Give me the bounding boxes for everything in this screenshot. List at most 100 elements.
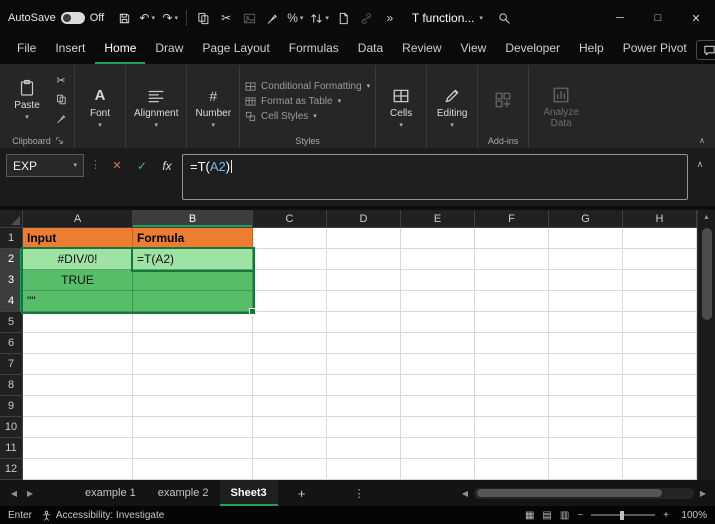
cell-E7[interactable]: [401, 354, 475, 375]
cell-G1[interactable]: [549, 228, 623, 249]
cell-D11[interactable]: [327, 438, 401, 459]
cell-styles-button[interactable]: Cell Styles ▾: [245, 111, 317, 122]
minimize-button[interactable]: ─: [601, 0, 639, 36]
cell-F3[interactable]: [475, 270, 549, 291]
format-painter-button[interactable]: [261, 5, 283, 31]
document-button[interactable]: [333, 5, 355, 31]
cell-G10[interactable]: [549, 417, 623, 438]
column-header-D[interactable]: D: [327, 210, 401, 228]
cell-F6[interactable]: [475, 333, 549, 354]
enter-button[interactable]: ✓: [132, 154, 152, 177]
column-header-E[interactable]: E: [401, 210, 475, 228]
tab-help[interactable]: Help: [570, 35, 613, 64]
number-format-button[interactable]: %▾: [284, 5, 306, 31]
cell-D6[interactable]: [327, 333, 401, 354]
cell-F12[interactable]: [475, 459, 549, 480]
hscroll-right-icon[interactable]: ▶: [697, 489, 709, 498]
autosave-toggle[interactable]: AutoSave Off: [8, 12, 104, 24]
cell-C4[interactable]: [253, 291, 327, 312]
tab-developer[interactable]: Developer: [496, 35, 569, 64]
cell-H9[interactable]: [623, 396, 697, 417]
cell-H4[interactable]: [623, 291, 697, 312]
insert-function-button[interactable]: fx: [157, 154, 177, 177]
clipboard-dialog-launcher-icon[interactable]: [55, 136, 64, 145]
vertical-scrollbar[interactable]: ▲: [697, 210, 715, 480]
redo-button[interactable]: ↷▾: [159, 5, 181, 31]
cell-G5[interactable]: [549, 312, 623, 333]
cell-H1[interactable]: [623, 228, 697, 249]
cell-B4[interactable]: [133, 291, 253, 312]
number-menu-button[interactable]: # Number ▾: [190, 84, 236, 132]
row-header-3[interactable]: 3: [0, 270, 23, 291]
cell-A7[interactable]: [23, 354, 133, 375]
cell-E9[interactable]: [401, 396, 475, 417]
name-box[interactable]: EXP ▾: [6, 154, 84, 177]
cell-D10[interactable]: [327, 417, 401, 438]
copy-ribbon-button[interactable]: [51, 91, 71, 108]
search-button[interactable]: [494, 5, 516, 31]
cell-G9[interactable]: [549, 396, 623, 417]
cell-B2[interactable]: =T(A2): [133, 249, 253, 270]
zoom-out-button[interactable]: −: [577, 510, 583, 521]
cell-F2[interactable]: [475, 249, 549, 270]
column-header-A[interactable]: A: [23, 210, 133, 228]
row-header-6[interactable]: 6: [0, 333, 23, 354]
cell-A6[interactable]: [23, 333, 133, 354]
picture-button[interactable]: [238, 5, 260, 31]
cell-F11[interactable]: [475, 438, 549, 459]
cell-D7[interactable]: [327, 354, 401, 375]
cell-F9[interactable]: [475, 396, 549, 417]
cell-E10[interactable]: [401, 417, 475, 438]
cell-A11[interactable]: [23, 438, 133, 459]
cell-D2[interactable]: [327, 249, 401, 270]
cell-F7[interactable]: [475, 354, 549, 375]
cell-H10[interactable]: [623, 417, 697, 438]
cell-C12[interactable]: [253, 459, 327, 480]
cell-G4[interactable]: [549, 291, 623, 312]
row-header-2[interactable]: 2: [0, 249, 23, 270]
sheet-nav-right-button[interactable]: ▶: [22, 489, 38, 498]
cell-B11[interactable]: [133, 438, 253, 459]
cell-H3[interactable]: [623, 270, 697, 291]
column-header-F[interactable]: F: [475, 210, 549, 228]
select-all-corner[interactable]: [0, 210, 23, 228]
hscroll-track[interactable]: [474, 488, 694, 499]
fill-handle[interactable]: [249, 308, 256, 315]
comments-button[interactable]: [696, 40, 715, 60]
cell-E2[interactable]: [401, 249, 475, 270]
format-as-table-button[interactable]: Format as Table ▾: [245, 96, 341, 107]
zoom-in-button[interactable]: +: [663, 510, 669, 521]
view-page-break-button[interactable]: ▥: [560, 510, 569, 521]
row-header-7[interactable]: 7: [0, 354, 23, 375]
cell-B9[interactable]: [133, 396, 253, 417]
cell-G3[interactable]: [549, 270, 623, 291]
cell-C11[interactable]: [253, 438, 327, 459]
cell-F8[interactable]: [475, 375, 549, 396]
cell-A12[interactable]: [23, 459, 133, 480]
tab-data[interactable]: Data: [349, 35, 392, 64]
ribbon-collapse-icon[interactable]: ∧: [699, 136, 705, 145]
cell-D8[interactable]: [327, 375, 401, 396]
column-header-G[interactable]: G: [549, 210, 623, 228]
cell-E4[interactable]: [401, 291, 475, 312]
sheet-tab-sheet3[interactable]: Sheet3: [220, 480, 278, 506]
cell-A2[interactable]: #DIV/0!: [23, 249, 133, 270]
row-header-8[interactable]: 8: [0, 375, 23, 396]
cell-A9[interactable]: [23, 396, 133, 417]
cell-A10[interactable]: [23, 417, 133, 438]
paste-button[interactable]: Paste ▾: [5, 76, 49, 124]
row-header-11[interactable]: 11: [0, 438, 23, 459]
cell-C2[interactable]: [253, 249, 327, 270]
cell-F4[interactable]: [475, 291, 549, 312]
formula-bar-collapse-button[interactable]: ∧: [693, 154, 707, 170]
format-painter-ribbon-button[interactable]: [51, 110, 71, 127]
cell-D4[interactable]: [327, 291, 401, 312]
cell-F5[interactable]: [475, 312, 549, 333]
tab-formulas[interactable]: Formulas: [280, 35, 348, 64]
column-header-B[interactable]: B: [133, 210, 253, 228]
cell-A3[interactable]: TRUE: [23, 270, 133, 291]
cells-menu-button[interactable]: Cells ▾: [379, 84, 423, 132]
cell-B5[interactable]: [133, 312, 253, 333]
cell-B12[interactable]: [133, 459, 253, 480]
cell-H8[interactable]: [623, 375, 697, 396]
